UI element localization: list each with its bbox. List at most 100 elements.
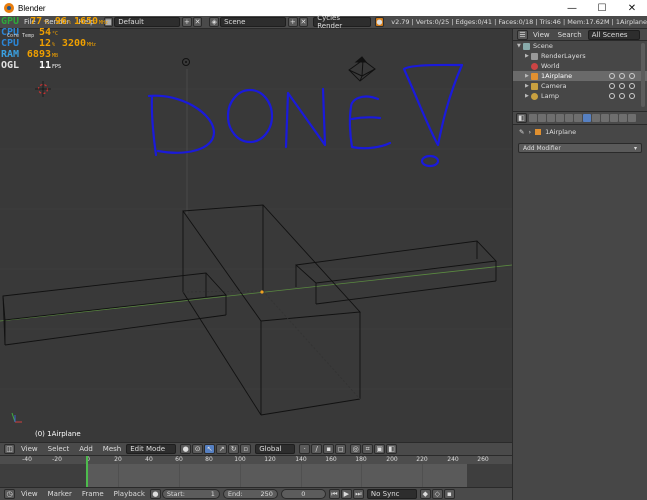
add-scene-button[interactable]: + bbox=[287, 17, 298, 27]
3d-viewport[interactable]: (0) 1Airplane bbox=[0, 29, 512, 442]
outliner-menu-view[interactable]: View bbox=[533, 31, 550, 39]
face-select-icon[interactable]: ▪ bbox=[323, 444, 335, 454]
add-layout-button[interactable]: + bbox=[182, 17, 192, 27]
remove-layout-button[interactable]: ✕ bbox=[192, 17, 203, 27]
airplane-mesh[interactable] bbox=[2, 204, 497, 416]
manipulator-icon[interactable]: ↖ bbox=[204, 444, 216, 454]
current-frame-field[interactable]: 0 bbox=[280, 489, 326, 499]
shading-icon[interactable]: ● bbox=[180, 444, 192, 454]
visibility-toggles[interactable] bbox=[609, 83, 635, 89]
vertex-select-icon[interactable]: · bbox=[299, 444, 311, 454]
render-preview-icon[interactable]: ◧ bbox=[386, 444, 398, 454]
timeline-menu-view[interactable]: View bbox=[21, 490, 38, 498]
timeline-editor-type-icon[interactable]: ◷ bbox=[4, 489, 15, 499]
outliner-scrollbar[interactable] bbox=[641, 43, 645, 107]
auto-key-icon[interactable]: ◇ bbox=[431, 489, 443, 499]
data-tab-icon[interactable] bbox=[592, 114, 600, 122]
outliner-item-lamp[interactable]: ▶ Lamp bbox=[513, 91, 647, 101]
timeline-out-of-range-right bbox=[467, 464, 512, 487]
keyframe-icon[interactable]: ▪ bbox=[443, 489, 455, 499]
viewport-canvas[interactable] bbox=[0, 29, 512, 442]
outliner-item-camera[interactable]: ▶ Camera bbox=[513, 81, 647, 91]
scene-icon[interactable]: ◈ bbox=[209, 17, 220, 27]
close-button[interactable]: ✕ bbox=[617, 0, 647, 16]
3d-cursor-icon[interactable] bbox=[35, 81, 51, 97]
mode-dropdown[interactable]: Edit Mode bbox=[126, 444, 177, 454]
outliner-filter-dropdown[interactable]: All Scenes bbox=[587, 29, 640, 40]
maximize-button[interactable]: ☐ bbox=[587, 0, 617, 16]
render-engine-dropdown[interactable]: Cycles Render bbox=[313, 14, 371, 30]
start-frame-field[interactable]: Start: 1 bbox=[161, 489, 220, 499]
render-layers-tab-icon[interactable] bbox=[538, 114, 546, 122]
scene-tab-icon[interactable] bbox=[547, 114, 555, 122]
render-tab-icon[interactable] bbox=[529, 114, 537, 122]
start-frame-value: 1 bbox=[210, 490, 215, 498]
translate-icon[interactable]: ↗ bbox=[216, 444, 228, 454]
modifiers-tab-icon[interactable] bbox=[583, 114, 591, 122]
minimize-button[interactable]: — bbox=[557, 0, 587, 16]
outliner-editor-type-icon[interactable]: ☰ bbox=[517, 29, 528, 40]
editor-type-icon[interactable]: ◫ bbox=[4, 444, 15, 454]
constraints-tab-icon[interactable] bbox=[574, 114, 582, 122]
pivot-icon[interactable]: ⊙ bbox=[192, 444, 204, 454]
snap-target-icon[interactable]: ▣ bbox=[374, 444, 386, 454]
jump-end-icon[interactable]: ⏭ bbox=[352, 489, 364, 499]
hud-ram-row: RAM 6893 MB bbox=[1, 49, 111, 60]
visibility-toggles[interactable] bbox=[609, 93, 635, 99]
viewport-object-label: (0) 1Airplane bbox=[35, 430, 81, 438]
lamp-icon[interactable] bbox=[182, 58, 190, 66]
end-frame-field[interactable]: End: 250 bbox=[222, 489, 278, 499]
timeline-editor[interactable]: -40 -20 0 20 40 60 80 100 120 140 160 18… bbox=[0, 455, 512, 487]
properties-panel[interactable]: ◧ ✎ › 1Airplane Add Modifier ▾ bbox=[512, 111, 647, 500]
scene-dropdown[interactable]: Scene bbox=[220, 17, 286, 27]
orientation-dropdown[interactable]: Global bbox=[255, 444, 296, 454]
occlude-icon[interactable]: ◻ bbox=[335, 444, 347, 454]
camera-icon[interactable] bbox=[348, 56, 376, 82]
visibility-toggles[interactable] bbox=[609, 73, 635, 79]
viewport-menu-view[interactable]: View bbox=[21, 445, 38, 453]
viewport-menu-select[interactable]: Select bbox=[48, 445, 70, 453]
hud-gpu-temp-unit: °C bbox=[43, 20, 50, 26]
scale-icon[interactable]: ▫ bbox=[240, 444, 252, 454]
properties-editor-type-icon[interactable]: ◧ bbox=[516, 113, 527, 123]
particles-tab-icon[interactable] bbox=[619, 114, 627, 122]
object-tab-icon[interactable] bbox=[565, 114, 573, 122]
world-tab-icon[interactable] bbox=[556, 114, 564, 122]
outliner-item-world[interactable]: World bbox=[513, 61, 647, 71]
snap-icon[interactable]: ⌗ bbox=[362, 444, 374, 454]
texture-tab-icon[interactable] bbox=[610, 114, 618, 122]
blender-info-icon: ● bbox=[374, 17, 385, 27]
pin-icon[interactable]: ✎ bbox=[519, 128, 524, 136]
timeline-menu-marker[interactable]: Marker bbox=[48, 490, 72, 498]
edge-select-icon[interactable]: / bbox=[311, 444, 323, 454]
hud-ram-value: 6893 bbox=[26, 49, 51, 60]
jump-start-icon[interactable]: ⏮ bbox=[328, 489, 340, 499]
keying-set-icon[interactable]: ◆ bbox=[419, 489, 431, 499]
chevron-down-icon: ▾ bbox=[633, 144, 637, 152]
add-modifier-dropdown[interactable]: Add Modifier ▾ bbox=[518, 143, 642, 153]
outliner-item-label: 1Airplane bbox=[541, 72, 573, 80]
outliner-menu-search[interactable]: Search bbox=[558, 31, 582, 39]
physics-tab-icon[interactable] bbox=[628, 114, 636, 122]
hud-cpu2-label: CPU bbox=[1, 38, 20, 49]
outliner-item-renderlayers[interactable]: ▶ RenderLayers bbox=[513, 51, 647, 61]
play-icon[interactable]: ▶ bbox=[340, 489, 352, 499]
world-icon bbox=[531, 62, 538, 70]
timeline-playhead[interactable] bbox=[86, 456, 88, 487]
remove-scene-button[interactable]: ✕ bbox=[298, 17, 309, 27]
record-icon[interactable]: ● bbox=[149, 489, 161, 499]
layout-dropdown[interactable]: Default bbox=[114, 17, 181, 27]
outliner-panel[interactable]: ☰ View Search All Scenes ▼ Scene ▶ Rende… bbox=[512, 29, 647, 111]
viewport-menu-mesh[interactable]: Mesh bbox=[103, 445, 121, 453]
viewport-menu-add[interactable]: Add bbox=[79, 445, 93, 453]
material-tab-icon[interactable] bbox=[601, 114, 609, 122]
outliner-item-airplane[interactable]: ▶ 1Airplane bbox=[513, 71, 647, 81]
outliner-item-scene[interactable]: ▼ Scene bbox=[513, 41, 647, 51]
origin-point bbox=[260, 290, 264, 294]
rotate-icon[interactable]: ↻ bbox=[228, 444, 240, 454]
timeline-tick: 100 bbox=[234, 456, 246, 463]
timeline-menu-playback[interactable]: Playback bbox=[114, 490, 145, 498]
sync-dropdown[interactable]: No Sync bbox=[366, 489, 417, 499]
timeline-menu-frame[interactable]: Frame bbox=[82, 490, 104, 498]
proportional-icon[interactable]: ◎ bbox=[350, 444, 362, 454]
